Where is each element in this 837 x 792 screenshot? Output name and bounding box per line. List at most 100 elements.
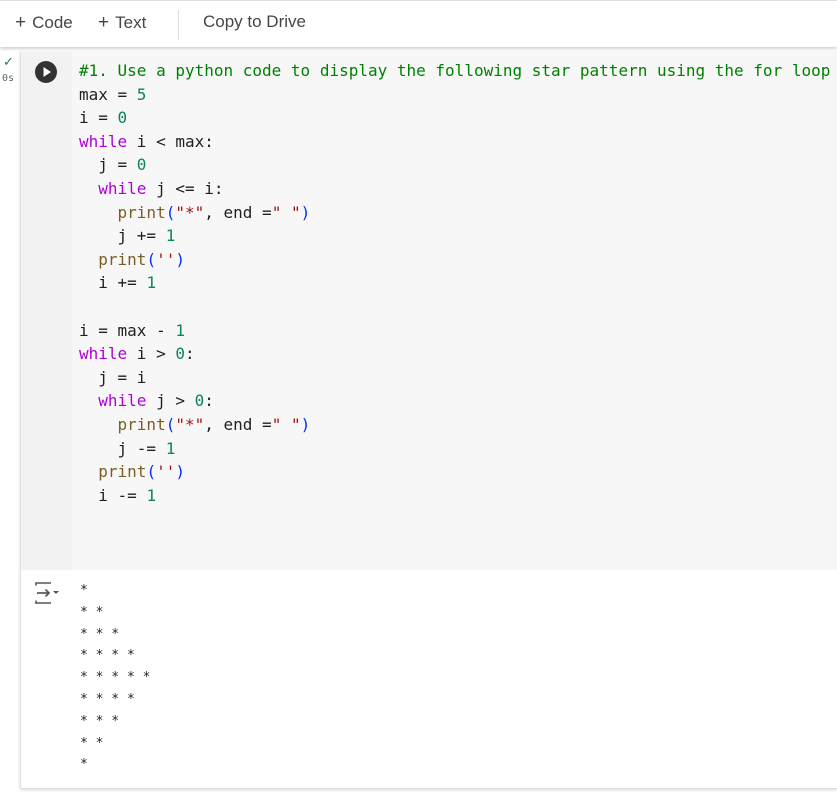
- code-line: print("*", end =" "): [79, 201, 830, 225]
- code-token: (: [165, 202, 176, 222]
- code-token: i -=: [79, 485, 147, 505]
- code-token: 0: [194, 391, 205, 411]
- code-line: j -= 1: [79, 437, 830, 461]
- code-token: while: [98, 391, 147, 411]
- code-token: (: [146, 249, 157, 269]
- code-token: #1. Use a python code to display the fol…: [79, 61, 831, 80]
- code-token: 0: [136, 155, 147, 175]
- code-token: ): [175, 462, 185, 482]
- code-line: j += 1: [79, 224, 830, 248]
- code-token: :: [184, 344, 195, 364]
- play-icon: [43, 67, 51, 77]
- run-cell-button[interactable]: [35, 61, 57, 83]
- output-line: * * *: [80, 713, 120, 729]
- code-token: '': [156, 249, 176, 269]
- notebook-toolbar: + Code + Text Copy to Drive: [0, 0, 837, 47]
- code-token: " ": [271, 414, 301, 434]
- code-token: 1: [175, 320, 185, 340]
- code-token: print: [98, 249, 147, 269]
- code-token: max =: [79, 84, 137, 104]
- code-token: print: [117, 414, 166, 434]
- code-token: i +=: [79, 273, 147, 293]
- toolbar-divider: [178, 10, 179, 40]
- code-line: print(''): [79, 460, 830, 484]
- code-line: print("*", end =" "): [79, 413, 830, 437]
- code-content: #1. Use a python code to display the fol…: [79, 59, 830, 507]
- code-token: j -=: [79, 438, 166, 458]
- copy-to-drive-button[interactable]: Copy to Drive: [203, 12, 306, 32]
- code-line: i -= 1: [79, 484, 830, 508]
- output-line: * * * *: [80, 691, 135, 707]
- code-token: ): [175, 249, 185, 269]
- code-token: while: [79, 344, 128, 364]
- code-line: print(''): [79, 248, 830, 272]
- output-line: * * *: [80, 626, 120, 642]
- code-token: 5: [136, 84, 147, 104]
- code-token: 0: [175, 344, 185, 364]
- output-line: * *: [80, 735, 104, 751]
- check-icon: ✓: [3, 55, 14, 70]
- cell-run-gutter: [21, 52, 72, 570]
- output-actions-icon[interactable]: [33, 581, 61, 605]
- code-token: "*": [175, 202, 205, 222]
- output-line: * * * *: [80, 648, 135, 664]
- code-token: print: [98, 462, 147, 482]
- code-token: (: [146, 462, 157, 482]
- code-token: 1: [146, 273, 157, 293]
- code-token: while: [79, 131, 128, 151]
- code-token: "*": [175, 414, 205, 434]
- output-line: * *: [80, 604, 104, 620]
- code-token: j = i: [79, 367, 147, 387]
- output-line: * * * * *: [80, 670, 151, 686]
- code-token: 1: [165, 438, 176, 458]
- code-token: , end =: [204, 414, 272, 434]
- code-token: ): [300, 202, 311, 222]
- plus-icon: +: [15, 12, 27, 33]
- code-token: i = max -: [79, 320, 176, 340]
- code-line: i = max - 1: [79, 319, 830, 343]
- code-line: j = 0: [79, 153, 830, 177]
- code-token: while: [98, 178, 147, 198]
- add-text-button[interactable]: + Text: [98, 12, 146, 34]
- code-token: '': [156, 462, 176, 482]
- code-token: j >: [146, 391, 195, 411]
- execution-time: 0s: [2, 73, 15, 84]
- code-line: i = 0: [79, 106, 830, 130]
- code-line: i += 1: [79, 271, 830, 295]
- code-line: #1. Use a python code to display the fol…: [79, 59, 830, 83]
- output-line: *: [80, 583, 88, 598]
- code-token: i =: [79, 108, 118, 128]
- code-token: 1: [165, 226, 176, 246]
- code-line: while i < max:: [79, 130, 830, 154]
- code-token: j =: [79, 155, 137, 175]
- code-line: while j > 0:: [79, 389, 830, 413]
- code-token: :: [204, 391, 214, 411]
- code-token: j +=: [79, 226, 166, 246]
- code-token: , end =: [204, 202, 272, 222]
- code-token: i >: [127, 344, 176, 364]
- code-token: (: [165, 414, 176, 434]
- add-text-label: Text: [115, 13, 147, 32]
- code-token: print: [117, 202, 166, 222]
- code-line: while i > 0:: [79, 342, 830, 366]
- code-line: j = i: [79, 366, 830, 390]
- output-line: *: [80, 757, 88, 773]
- code-token: j <= i:: [146, 178, 224, 198]
- code-token: " ": [271, 202, 301, 222]
- code-token: ): [300, 414, 311, 434]
- copy-to-drive-label: Copy to Drive: [203, 12, 306, 31]
- plus-icon: +: [98, 12, 110, 33]
- cell-output: * * * * * * * * * * * * * * * * * * * * * * * *…: [80, 580, 150, 776]
- code-line: while j <= i:: [79, 177, 830, 201]
- code-token: 0: [117, 108, 128, 128]
- code-token: i < max:: [127, 131, 214, 151]
- code-token: 1: [146, 485, 157, 505]
- add-code-button[interactable]: + Code: [15, 12, 73, 34]
